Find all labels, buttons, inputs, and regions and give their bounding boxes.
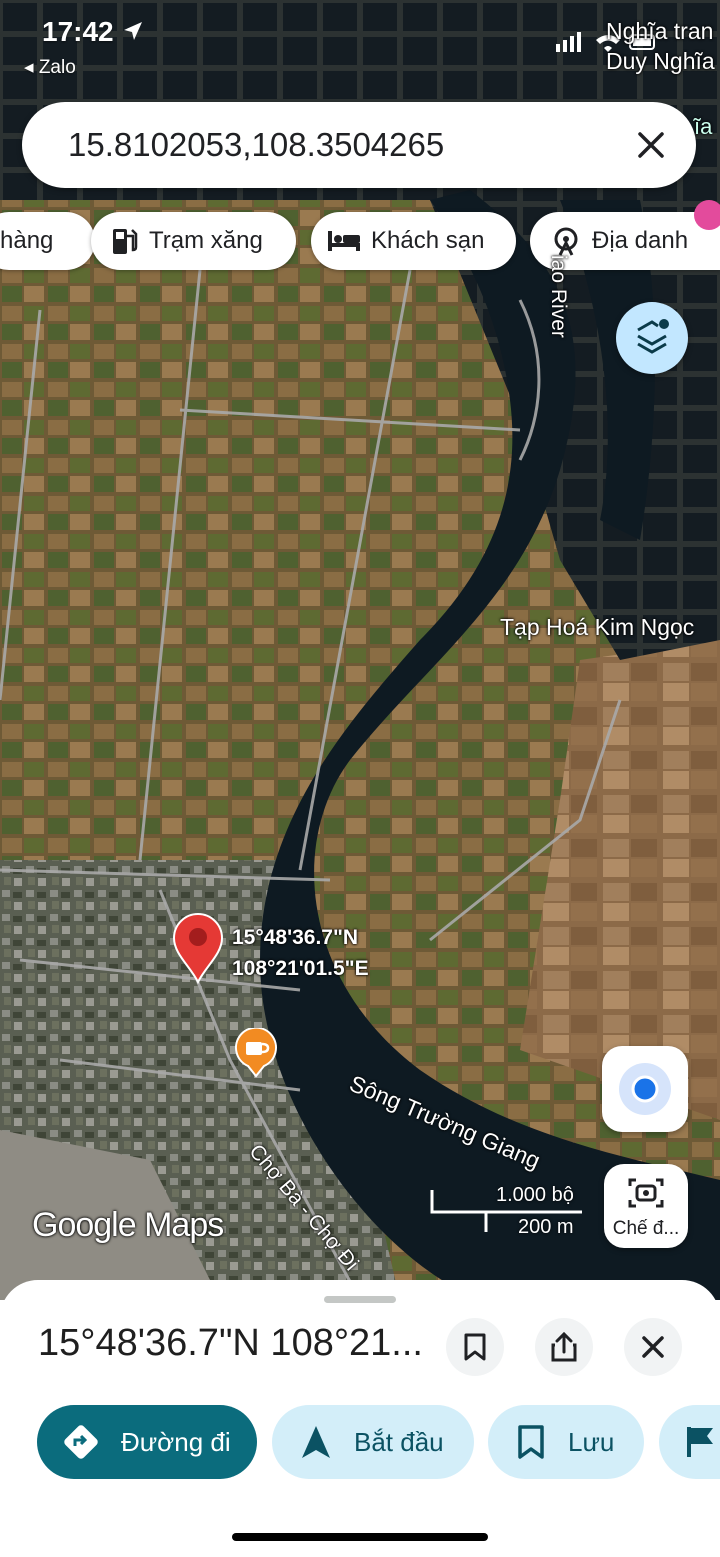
map-view[interactable]: 17:42 ◂ Zalo Nghĩa tran Duy Nghĩa 15.810… xyxy=(0,0,720,1300)
street-view-label: Chế đ... xyxy=(612,1218,680,1239)
chip-label: Địa danh xyxy=(592,227,689,254)
pink-poi-icon[interactable] xyxy=(694,200,720,230)
home-indicator[interactable] xyxy=(232,1533,488,1541)
landmark-icon xyxy=(554,227,578,256)
directions-label: Đường đi xyxy=(121,1426,231,1457)
chip-hotel[interactable]: Khách sạn xyxy=(311,212,516,270)
search-input[interactable]: 15.8102053,108.3504265 xyxy=(68,126,444,164)
directions-icon xyxy=(64,1425,98,1459)
clock: 17:42 xyxy=(42,16,114,47)
back-to-app-link[interactable]: ◂ Zalo xyxy=(24,56,76,79)
gas-station-icon xyxy=(113,229,138,254)
map-label-shop[interactable]: Tạp Hoá Kim Ngọc xyxy=(500,614,694,641)
search-bar[interactable]: 15.8102053,108.3504265 xyxy=(22,102,696,188)
place-title: 15°48'36.7"N 108°21... xyxy=(38,1322,423,1364)
directions-button[interactable]: Đường đi xyxy=(37,1405,257,1479)
chip-label: Khách sạn xyxy=(371,227,485,254)
close-icon[interactable] xyxy=(634,128,668,162)
layers-icon xyxy=(637,319,669,354)
label-flag-button[interactable] xyxy=(659,1405,720,1479)
flag-icon xyxy=(687,1427,713,1457)
hotel-bed-icon xyxy=(328,231,360,251)
scale-imperial: 1.000 bộ xyxy=(496,1184,574,1206)
location-arrow-icon xyxy=(124,22,142,40)
chip-gas-station[interactable]: Trạm xăng xyxy=(91,212,296,270)
my-location-icon xyxy=(619,1063,671,1115)
map-label-river-vertical: iao River xyxy=(547,255,570,338)
chip-label: hàng xyxy=(0,227,54,254)
google-maps-logo: Google Maps xyxy=(32,1206,224,1244)
map-label-partial: ĩa xyxy=(694,114,713,139)
save-bookmark-button[interactable] xyxy=(446,1318,504,1376)
chip-shopping[interactable]: hàng xyxy=(0,212,95,270)
share-button[interactable] xyxy=(535,1318,593,1376)
location-pin-icon[interactable] xyxy=(172,912,224,984)
save-button[interactable]: Lưu xyxy=(488,1405,644,1479)
street-view-button[interactable]: Chế đ... xyxy=(604,1164,688,1248)
drag-handle[interactable] xyxy=(324,1296,396,1303)
close-sheet-button[interactable] xyxy=(624,1318,682,1376)
bottom-sheet[interactable]: 15°48'36.7"N 108°21... Đường đi Bắt đầu xyxy=(0,1280,720,1557)
layers-button[interactable] xyxy=(616,302,688,374)
my-location-button[interactable] xyxy=(602,1046,688,1132)
map-label-cemetery: Nghĩa tran Duy Nghĩa xyxy=(606,18,715,74)
start-navigation-button[interactable]: Bắt đầu xyxy=(272,1405,474,1479)
navigation-arrow-icon xyxy=(302,1426,330,1458)
bookmark-icon xyxy=(518,1425,544,1459)
save-label: Lưu xyxy=(568,1426,615,1457)
cafe-poi-icon[interactable] xyxy=(234,1028,278,1078)
bookmark-icon xyxy=(464,1333,486,1361)
start-label: Bắt đầu xyxy=(354,1426,444,1457)
chip-label: Trạm xăng xyxy=(149,227,263,254)
close-icon xyxy=(642,1336,664,1358)
camera-scan-icon xyxy=(628,1178,664,1208)
pin-coordinates-label: 15°48'36.7"N 108°21'01.5"E xyxy=(232,926,369,980)
scale-metric: 200 m xyxy=(518,1216,574,1238)
share-icon xyxy=(551,1332,577,1362)
